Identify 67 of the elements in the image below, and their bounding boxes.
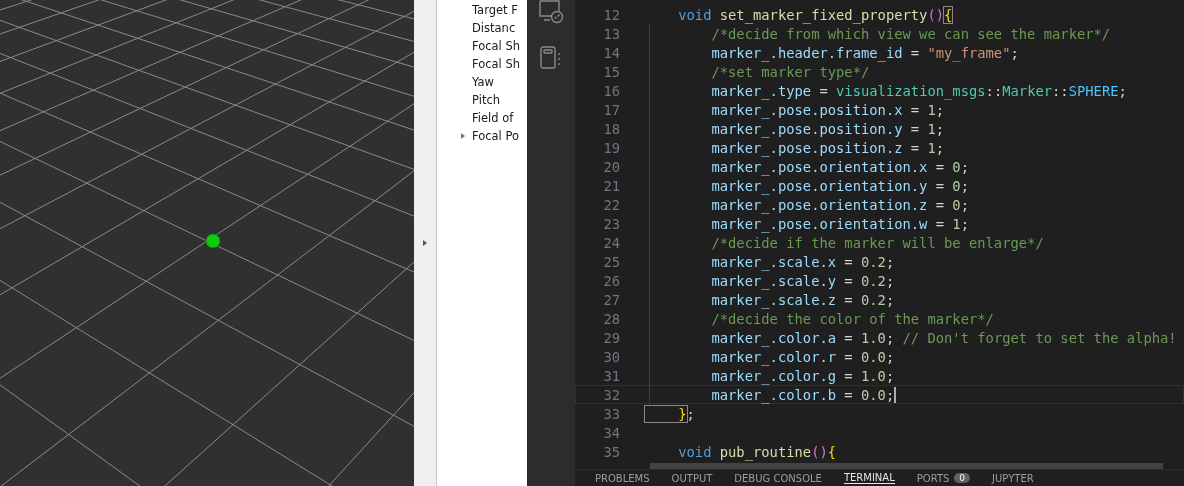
line-number: 16 [602,82,620,99]
code-line: marker_.pose.orientation.x = 0; [710,158,969,175]
tree-item[interactable]: Distanc [472,21,516,35]
line-number: 34 [602,424,620,441]
line-number: 25 [602,253,620,270]
line-number: 14 [602,44,620,61]
line-number: 17 [602,101,620,118]
code-line: marker_.pose.orientation.w = 1; [710,215,969,232]
code-line: marker_.scale.x = 0.2; [710,253,895,270]
panel-tab[interactable]: PORTS 0 [916,472,971,484]
code-line: /*decide if the marker will be enlarge*/ [710,234,1044,251]
line-number: 13 [602,25,620,42]
tree-item[interactable]: Pitch [472,93,500,107]
code-line: marker_.pose.orientation.z = 0; [710,196,969,213]
line-number: 21 [602,177,620,194]
code-line: /*set marker type*/ [710,63,870,80]
panel-tab[interactable]: DEBUG CONSOLE [734,472,822,484]
tree-item[interactable]: Target F [472,3,518,17]
line-number: 30 [602,348,620,365]
code-line: marker_.color.a = 1.0; // Don't forget to set the alpha! [710,329,1177,346]
code-line: void set_marker_fixed_property(){ [677,6,953,23]
sphere-marker [205,233,221,249]
tree-item[interactable]: Yaw [472,75,494,89]
line-number: 28 [602,310,620,327]
line-number: 27 [602,291,620,308]
tree-item[interactable]: Focal Sh [472,39,521,53]
line-number: 33 [602,405,620,422]
code-line: marker_.pose.orientation.y = 0; [710,177,969,194]
panel-tab[interactable]: PROBLEMS [595,472,650,484]
line-number: 26 [602,272,620,289]
code-line: marker_.color.b = 0.0; [710,386,897,403]
code-line: marker_.color.g = 1.0; [710,367,895,384]
line-number: 32 [602,386,620,403]
remote-monitor-icon[interactable] [538,0,564,24]
code-line: marker_.scale.y = 0.2; [710,272,895,289]
code-line: /*decide from which view we can see the marker*/ [710,25,1111,42]
line-number: 15 [602,63,620,80]
line-number: 18 [602,120,620,137]
line-number: 35 [602,443,620,460]
notebook-icon[interactable] [540,46,562,70]
line-number: 22 [602,196,620,213]
tree-item[interactable]: Field of [472,111,514,125]
line-number: 31 [602,367,620,384]
code-line: void pub_routine(){ [677,443,837,460]
line-number: 29 [602,329,620,346]
code-line: marker_.pose.position.x = 1; [710,101,945,118]
panel-tab[interactable]: OUTPUT [671,472,713,484]
scrollbar[interactable] [650,463,1163,469]
code-line: marker_.pose.position.y = 1; [710,120,945,137]
code-line: marker_.scale.z = 0.2; [710,291,895,308]
expand-arrow-icon[interactable] [421,239,429,247]
code-line: marker_.type = visualization_msgs::Marker::SPHERE; [710,82,1127,99]
line-number: 24 [602,234,620,251]
code-line: marker_.pose.position.z = 1; [710,139,945,156]
tree-item[interactable]: Focal Sh [472,57,521,71]
tree-item[interactable]: Focal Po [472,129,520,143]
line-number: 19 [602,139,620,156]
code-line: /*decide the color of the marker*/ [710,310,994,327]
panel-tab[interactable]: TERMINAL [843,472,895,484]
line-number: 12 [602,6,620,23]
code-line: marker_.color.r = 0.0; [710,348,895,365]
code-line: }; [645,405,695,422]
code-line: marker_.header.frame_id = "my_frame"; [710,44,1019,61]
line-number: 23 [602,215,620,232]
line-number: 20 [602,158,620,175]
expand-arrow-icon[interactable] [459,132,467,140]
panel-tab[interactable]: JUPYTER [992,472,1034,484]
